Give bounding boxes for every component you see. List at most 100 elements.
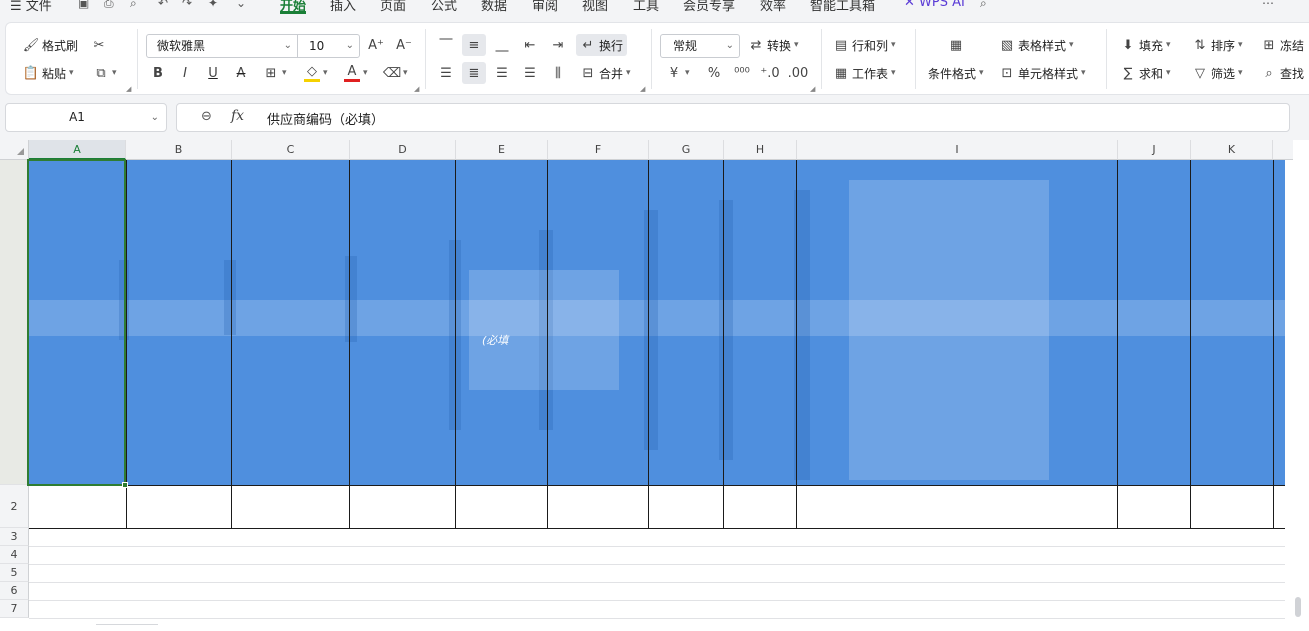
zoom-icon[interactable]: ⊖ bbox=[201, 109, 212, 124]
rows-cols-button[interactable]: ▤ 行和列 ▾ bbox=[833, 34, 896, 56]
underline-button[interactable]: U bbox=[205, 62, 221, 84]
column-header-h[interactable]: H bbox=[724, 140, 797, 160]
save-icon[interactable]: ▣ bbox=[78, 0, 89, 10]
column-header-e[interactable]: E bbox=[456, 140, 548, 160]
formula-content[interactable]: 供应商编码（必填） bbox=[267, 109, 384, 128]
number-format-select[interactable]: 常规 ⌄ bbox=[660, 34, 740, 58]
font-name-select[interactable]: 微软雅黑 ⌄ bbox=[146, 34, 298, 58]
tab-smart-toolbox[interactable]: 智能工具箱 bbox=[810, 0, 875, 14]
sheet-tab[interactable] bbox=[96, 624, 158, 631]
table-style-button[interactable]: ▧ 表格样式 ▾ bbox=[999, 34, 1074, 56]
italic-button[interactable]: I bbox=[177, 62, 193, 84]
search-icon[interactable]: ⌕ bbox=[980, 0, 987, 11]
column-header-a[interactable]: A bbox=[29, 140, 126, 160]
conditional-format-icon-button[interactable]: ▦ bbox=[948, 34, 964, 56]
fill-color-button[interactable]: ◇ ▾ bbox=[304, 62, 328, 84]
sort-button[interactable]: ⇅ 排序 ▾ bbox=[1192, 34, 1243, 56]
column-header-d[interactable]: D bbox=[350, 140, 456, 160]
font-size-select[interactable]: 10 ⌄ bbox=[297, 34, 360, 58]
currency-button[interactable]: ¥ ▾ bbox=[666, 62, 690, 84]
clear-button[interactable]: ⌫ ▾ bbox=[383, 62, 408, 84]
row-header-4[interactable]: 4 bbox=[0, 546, 29, 564]
font-color-button[interactable]: A ▾ bbox=[344, 62, 368, 84]
distribute-button[interactable]: ⫼ bbox=[550, 62, 566, 84]
decrease-font-button[interactable]: A⁻ bbox=[396, 34, 412, 56]
column-header-g[interactable]: G bbox=[649, 140, 724, 160]
column-header-f[interactable]: F bbox=[548, 140, 649, 160]
border-button[interactable]: ⊞ ▾ bbox=[263, 62, 287, 84]
column-header-j[interactable]: J bbox=[1118, 140, 1191, 160]
increase-indent-button[interactable]: ⇥ bbox=[550, 34, 566, 56]
convert-button[interactable]: ⇄ 转换 ▾ bbox=[748, 34, 799, 56]
align-top-button[interactable]: ⎺ bbox=[438, 34, 454, 56]
wps-ai-button[interactable]: ✕ WPS AI bbox=[904, 0, 965, 10]
spreadsheet-grid[interactable]: A B C D E F G H I J K (必填 2 3 4 5 6 7 bbox=[0, 140, 1309, 631]
justify-button[interactable]: ☰ bbox=[522, 62, 538, 84]
increase-decimal-button[interactable]: ⁺.0 bbox=[760, 62, 779, 84]
file-menu[interactable]: ☰ 文件 bbox=[10, 0, 52, 14]
filter-button[interactable]: ▽ 筛选 ▾ bbox=[1192, 62, 1243, 84]
more-icon[interactable]: ⋯ bbox=[1262, 0, 1274, 10]
row-header-1[interactable] bbox=[0, 160, 29, 485]
tab-formula[interactable]: 公式 bbox=[431, 0, 457, 14]
tab-review[interactable]: 审阅 bbox=[532, 0, 558, 14]
alignment-group-expand-icon[interactable]: ◢ bbox=[640, 85, 645, 93]
tab-member[interactable]: 会员专享 bbox=[683, 0, 735, 14]
copy-button[interactable]: ⧉ ▾ bbox=[93, 62, 116, 84]
merge-button[interactable]: ⊟ 合并 ▾ bbox=[580, 62, 631, 84]
print-preview-icon[interactable]: ⌕ bbox=[130, 0, 137, 11]
tab-efficiency[interactable]: 效率 bbox=[760, 0, 786, 14]
select-all-corner[interactable] bbox=[0, 140, 29, 160]
wrap-text-button[interactable]: ↵ 换行 bbox=[576, 34, 628, 56]
redo-icon[interactable]: ↷ bbox=[182, 0, 192, 10]
row-header-2[interactable]: 2 bbox=[0, 485, 29, 528]
print-icon[interactable]: ⎙ bbox=[104, 0, 114, 11]
row-header-5[interactable]: 5 bbox=[0, 564, 29, 582]
column-header-b[interactable]: B bbox=[126, 140, 232, 160]
strikethrough-button[interactable]: A bbox=[233, 62, 249, 84]
number-group-expand-icon[interactable]: ◢ bbox=[810, 85, 815, 93]
function-icon[interactable]: fx bbox=[231, 108, 244, 124]
selected-cell-a1[interactable] bbox=[27, 159, 126, 486]
cut-button[interactable]: ✂ bbox=[91, 34, 107, 56]
clipboard-group-expand-icon[interactable]: ◢ bbox=[126, 85, 131, 93]
increase-font-button[interactable]: A⁺ bbox=[368, 34, 384, 56]
tab-data[interactable]: 数据 bbox=[481, 0, 507, 14]
column-header-i[interactable]: I bbox=[797, 140, 1118, 160]
undo-icon[interactable]: ↶ bbox=[158, 0, 168, 10]
format-painter-button[interactable]: 🖌 格式刷 bbox=[23, 34, 78, 56]
cell-style-button[interactable]: ⊡ 单元格样式 ▾ bbox=[999, 62, 1086, 84]
conditional-format-button[interactable]: 条件格式 ▾ bbox=[928, 62, 984, 84]
bold-button[interactable]: B bbox=[150, 62, 166, 84]
customize-icon[interactable]: ✦ bbox=[208, 0, 218, 10]
percent-button[interactable]: % bbox=[706, 62, 722, 84]
chevron-down-icon[interactable]: ⌄ bbox=[236, 0, 246, 10]
freeze-button[interactable]: ⊞ 冻结 bbox=[1261, 34, 1304, 56]
decrease-indent-button[interactable]: ⇤ bbox=[522, 34, 538, 56]
align-bottom-button[interactable]: ⎽ bbox=[494, 34, 510, 56]
thousands-button[interactable]: ⁰⁰⁰ bbox=[734, 62, 750, 84]
align-right-button[interactable]: ☰ bbox=[494, 62, 510, 84]
formula-bar[interactable]: ⊖ fx 供应商编码（必填） bbox=[176, 103, 1290, 132]
row-header-7[interactable]: 7 bbox=[0, 600, 29, 618]
vertical-scrollbar[interactable] bbox=[1293, 152, 1303, 627]
scrollbar-thumb[interactable] bbox=[1295, 597, 1301, 617]
find-button[interactable]: ⌕ 查找 bbox=[1261, 62, 1304, 84]
header-row-1[interactable]: (必填 bbox=[29, 160, 1285, 485]
row-header-6[interactable]: 6 bbox=[0, 582, 29, 600]
column-header-partial[interactable] bbox=[1273, 140, 1293, 160]
tab-page[interactable]: 页面 bbox=[380, 0, 406, 14]
worksheet-button[interactable]: ▦ 工作表 ▾ bbox=[833, 62, 896, 84]
sum-button[interactable]: ∑ 求和 ▾ bbox=[1120, 62, 1171, 84]
column-header-c[interactable]: C bbox=[232, 140, 350, 160]
name-box[interactable]: A1 ⌄ bbox=[5, 103, 167, 132]
align-left-button[interactable]: ☰ bbox=[438, 62, 454, 84]
column-header-k[interactable]: K bbox=[1191, 140, 1273, 160]
tab-insert[interactable]: 插入 bbox=[330, 0, 356, 14]
fill-button[interactable]: ⬇ 填充 ▾ bbox=[1120, 34, 1171, 56]
font-group-expand-icon[interactable]: ◢ bbox=[414, 85, 419, 93]
decrease-decimal-button[interactable]: .00 bbox=[788, 62, 809, 84]
align-center-button[interactable]: ≣ bbox=[462, 62, 486, 84]
tab-tools[interactable]: 工具 bbox=[633, 0, 659, 14]
tab-view[interactable]: 视图 bbox=[582, 0, 608, 14]
